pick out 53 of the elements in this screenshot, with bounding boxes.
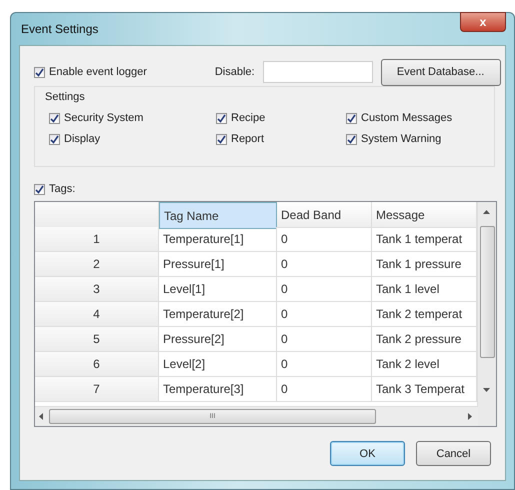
table-cell: 0: [277, 277, 372, 302]
checkbox[interactable]: [216, 112, 227, 124]
disable-label: Disable:: [214, 66, 255, 78]
checkbox[interactable]: [49, 112, 60, 124]
checkbox[interactable]: [34, 184, 45, 194]
group-title: Settings: [45, 91, 86, 103]
checkbox-label: Security System: [64, 112, 144, 124]
checkbox-label: Custom Messages: [361, 112, 452, 124]
table-cell: Level[1]: [159, 277, 277, 302]
table-cell: 0: [277, 302, 372, 327]
table-cell: 0: [277, 377, 372, 402]
row-number[interactable]: 2: [35, 252, 159, 277]
row-number[interactable]: 3: [35, 277, 159, 302]
row-number[interactable]: 1: [35, 227, 159, 252]
disable-field[interactable]: [262, 61, 373, 83]
column-header[interactable]: Tag Name: [159, 202, 277, 229]
table-cell: 0: [277, 327, 372, 352]
dialog-button[interactable]: Cancel: [416, 441, 491, 466]
checkbox[interactable]: [216, 134, 227, 144]
scroll-down-icon[interactable]: [483, 388, 490, 392]
checkbox-label: Recipe: [231, 112, 266, 124]
checkbox-label: System Warning: [361, 133, 442, 145]
row-number[interactable]: 4: [35, 302, 159, 327]
scroll-right-icon[interactable]: [468, 413, 472, 420]
checkbox[interactable]: [346, 112, 357, 124]
checkbox-label: Display: [64, 133, 100, 145]
event-database-button[interactable]: Event Database...: [380, 58, 501, 86]
table-cell: 0: [277, 227, 372, 252]
table-cell: Temperature[3]: [159, 377, 277, 402]
window-title: Event Settings: [20, 22, 98, 36]
checkbox[interactable]: [34, 66, 45, 78]
table-cell: 0: [277, 352, 372, 377]
vertical-scrollbar[interactable]: [477, 202, 496, 426]
column-header[interactable]: Message: [372, 202, 477, 228]
table-cell: 0: [277, 252, 372, 277]
checkbox-label: Tags:: [49, 183, 76, 195]
table-cell: Level[2]: [159, 352, 277, 377]
scroll-up-icon[interactable]: [483, 210, 490, 214]
checkbox[interactable]: [49, 134, 60, 144]
scroll-left-icon[interactable]: [39, 413, 43, 420]
row-number[interactable]: 5: [35, 327, 159, 352]
checkbox[interactable]: [346, 134, 357, 144]
table-cell: Pressure[1]: [159, 252, 277, 277]
dialog-button[interactable]: OK: [330, 441, 405, 466]
checkbox-label: Enable event logger: [49, 66, 147, 78]
close-button[interactable]: x: [460, 12, 506, 32]
table-cell: Pressure[2]: [159, 327, 277, 352]
column-header[interactable]: Dead Band: [277, 202, 372, 228]
table-cell: Temperature[1]: [159, 227, 277, 252]
row-number[interactable]: 7: [35, 377, 159, 402]
table-cell: Temperature[2]: [159, 302, 277, 327]
checkbox-label: Report: [231, 133, 264, 145]
row-number[interactable]: 6: [35, 352, 159, 377]
